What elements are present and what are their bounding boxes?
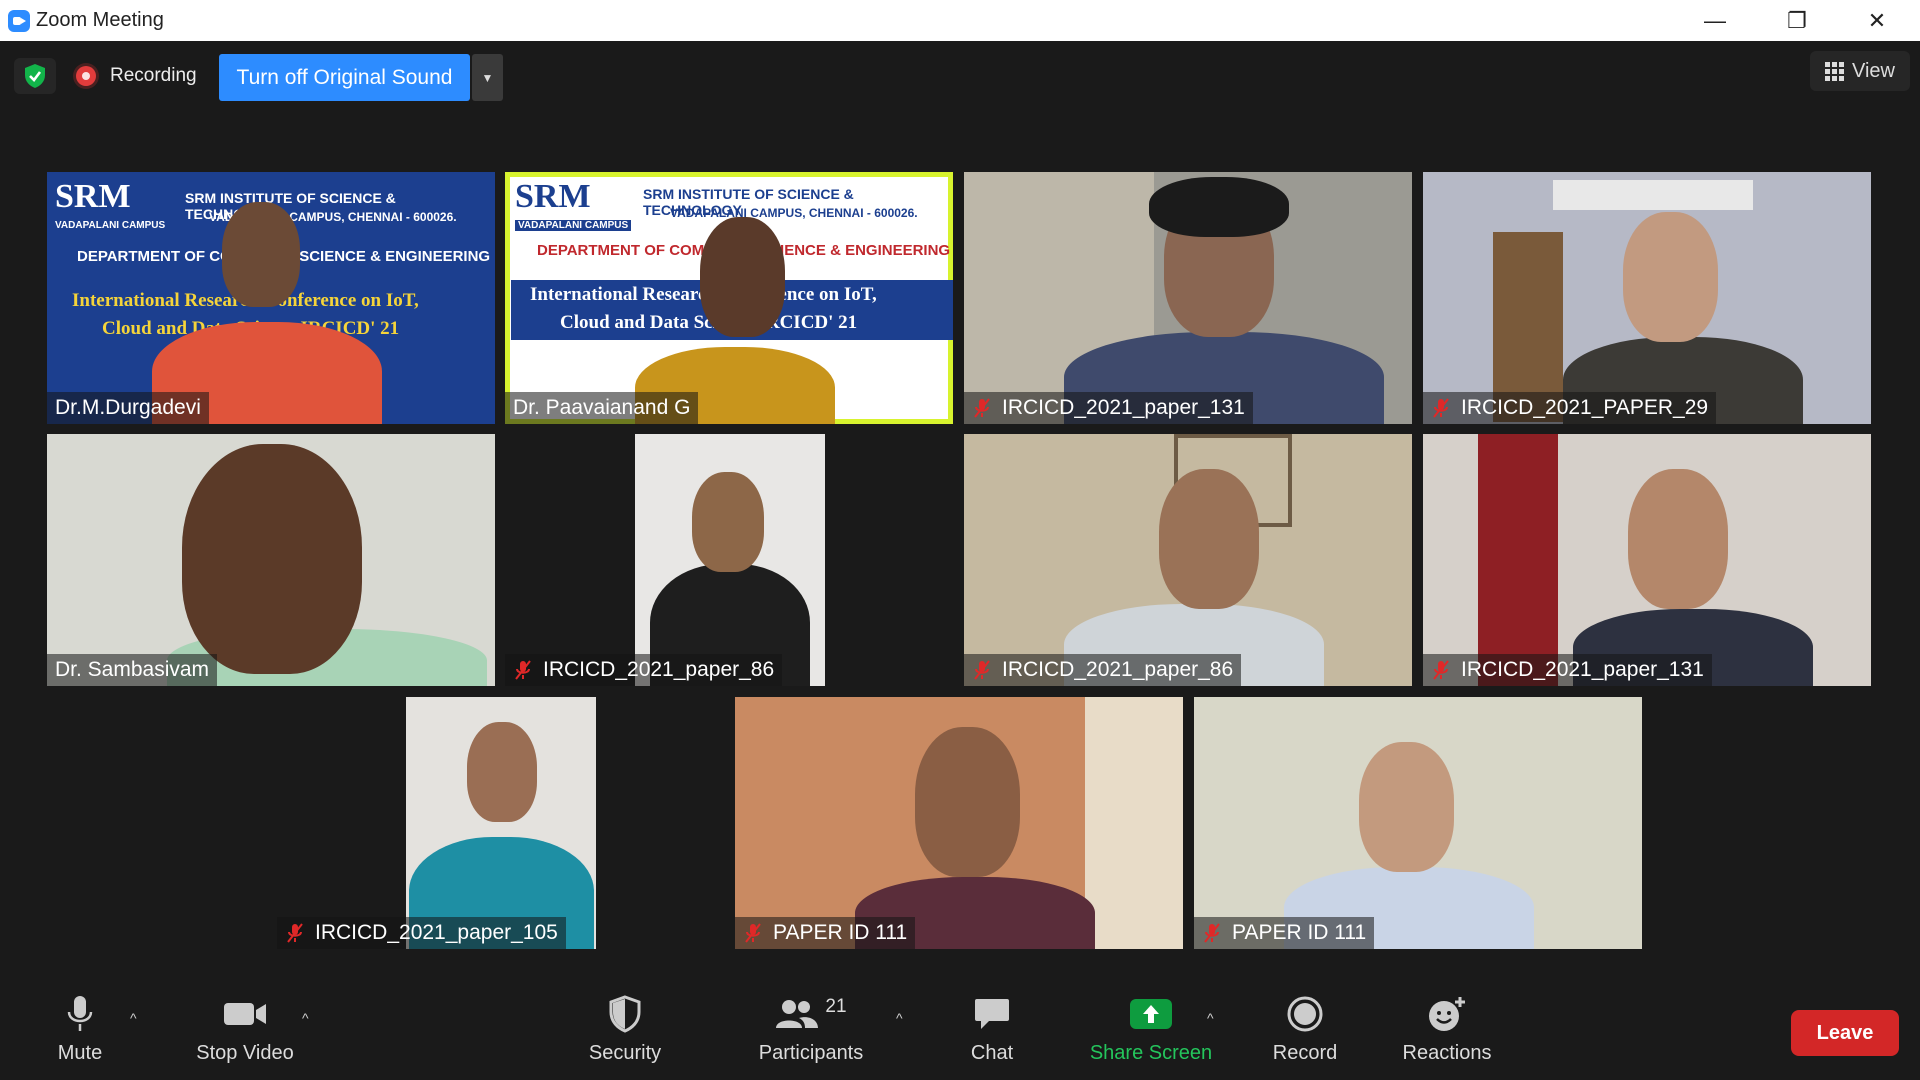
participant-face: [1628, 469, 1728, 609]
share-screen-arrow-icon: [1129, 990, 1173, 1038]
participant-name-label: IRCICD_2021_paper_131: [964, 392, 1253, 424]
video-tile[interactable]: IRCICD_2021_PAPER_29: [1423, 172, 1871, 424]
title-bar: Zoom Meeting — ❐ ✕: [0, 0, 1920, 41]
video-tile[interactable]: IRCICD_2021_paper_105: [277, 697, 725, 949]
microphone-icon: [65, 990, 95, 1038]
original-sound-options-chevron-icon[interactable]: ▼: [472, 54, 503, 101]
participant-name-label: IRCICD_2021_paper_86: [964, 654, 1242, 686]
mic-muted-icon: [1431, 659, 1451, 681]
participants-options-caret-icon[interactable]: ^: [896, 1010, 903, 1026]
mic-muted-icon: [285, 922, 305, 944]
participant-name-label: PAPER ID 111: [1194, 917, 1375, 949]
restore-button[interactable]: ❐: [1760, 0, 1834, 41]
zoom-app-icon: [8, 10, 30, 32]
share-options-caret-icon[interactable]: ^: [1207, 1010, 1214, 1026]
stop-video-button[interactable]: Stop Video: [190, 990, 300, 1065]
video-options-caret-icon[interactable]: ^: [302, 1010, 309, 1026]
mic-muted-icon: [743, 922, 763, 944]
window-light: [1085, 697, 1183, 949]
participant-face: [467, 722, 537, 822]
participant-name-label: PAPER ID 111: [735, 917, 916, 949]
participant-name-label: IRCICD_2021_PAPER_29: [1423, 392, 1717, 424]
mic-muted-icon: [972, 397, 992, 419]
chat-bubble-icon: [973, 990, 1011, 1038]
mic-muted-icon: [513, 659, 533, 681]
video-tile[interactable]: IRCICD_2021_paper_86: [505, 434, 953, 686]
recording-dot-icon: [76, 66, 96, 86]
participant-name-label: Dr. Paavaianand G: [505, 392, 699, 424]
security-button[interactable]: Security: [580, 990, 670, 1065]
record-icon: [1286, 990, 1324, 1038]
srm-logo: SRM: [515, 178, 591, 215]
participants-button[interactable]: 21 Participants: [752, 990, 870, 1065]
reactions-button[interactable]: Reactions: [1400, 990, 1494, 1065]
participant-count: 21: [825, 996, 847, 1017]
red-curtain: [1478, 434, 1558, 686]
video-camera-icon: [222, 990, 268, 1038]
srm-campus-text: VADAPALANI CAMPUS, CHENNAI - 600026.: [670, 206, 918, 220]
mute-button[interactable]: Mute: [50, 990, 110, 1065]
video-tile-active-speaker[interactable]: SRM SRM INSTITUTE OF SCIENCE & TECHNOLOG…: [505, 172, 953, 424]
participant-face: [915, 727, 1020, 877]
encryption-shield-icon[interactable]: [14, 58, 56, 94]
recording-label: Recording: [110, 65, 197, 86]
srm-campus-badge: VADAPALANI CAMPUS: [515, 220, 632, 231]
air-conditioner: [1553, 180, 1753, 210]
participant-face: [1359, 742, 1454, 872]
participant-name-label: IRCICD_2021_paper_105: [277, 917, 566, 949]
recording-indicator[interactable]: Recording: [76, 62, 197, 90]
leave-meeting-button[interactable]: Leave: [1791, 1010, 1899, 1056]
participant-face: [700, 217, 785, 337]
srm-logo: SRM: [55, 178, 131, 215]
video-tile[interactable]: IRCICD_2021_paper_131: [1423, 434, 1871, 686]
participant-hair: [1149, 177, 1289, 237]
video-tile[interactable]: SRM SRM INSTITUTE OF SCIENCE & TECHNOLOG…: [47, 172, 495, 424]
mic-muted-icon: [972, 659, 992, 681]
participant-face: [692, 472, 764, 572]
turn-off-original-sound-button[interactable]: Turn off Original Sound: [219, 54, 470, 101]
audio-options-caret-icon[interactable]: ^: [130, 1010, 137, 1026]
security-shield-icon: [608, 990, 642, 1038]
mic-muted-icon: [1202, 922, 1222, 944]
participants-icon: 21: [775, 990, 847, 1038]
video-tile[interactable]: PAPER ID 111: [735, 697, 1183, 949]
participant-name-label: Dr.M.Durgadevi: [47, 392, 209, 424]
view-button[interactable]: View: [1810, 51, 1910, 91]
close-button[interactable]: ✕: [1840, 0, 1914, 41]
share-screen-button[interactable]: Share Screen: [1086, 990, 1216, 1065]
participant-face: [182, 444, 362, 674]
participant-face: [1159, 469, 1259, 609]
chat-button[interactable]: Chat: [962, 990, 1022, 1065]
participant-name-label: IRCICD_2021_paper_86: [505, 654, 783, 686]
participant-name-label: IRCICD_2021_paper_131: [1423, 654, 1712, 686]
participant-face: [222, 202, 300, 307]
video-tile[interactable]: IRCICD_2021_paper_131: [964, 172, 1412, 424]
srm-campus-badge: VADAPALANI CAMPUS: [55, 220, 166, 231]
grid-view-icon: [1825, 61, 1844, 81]
record-button[interactable]: Record: [1270, 990, 1340, 1065]
video-tile[interactable]: Dr. Sambasivam: [47, 434, 495, 686]
video-tile[interactable]: PAPER ID 111: [1194, 697, 1642, 949]
participant-name-label: Dr. Sambasivam: [47, 654, 218, 686]
view-label: View: [1852, 59, 1895, 82]
video-tile[interactable]: IRCICD_2021_paper_86: [964, 434, 1412, 686]
window-title: Zoom Meeting: [36, 9, 164, 31]
reactions-smiley-icon: [1427, 990, 1467, 1038]
participant-face: [1623, 212, 1718, 342]
minimize-button[interactable]: —: [1678, 0, 1752, 41]
mic-muted-icon: [1431, 397, 1451, 419]
